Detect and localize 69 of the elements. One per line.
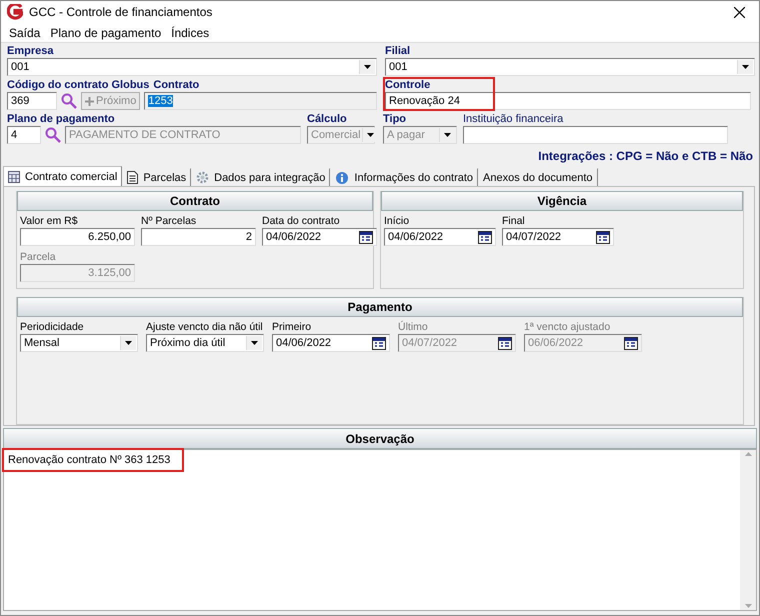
text-field[interactable]: 1253 (144, 92, 377, 110)
text-field[interactable]: Renovação 24 (385, 92, 751, 110)
info-icon (335, 170, 350, 184)
field-label: Instituição financeira (463, 113, 564, 126)
calendar-icon[interactable] (359, 230, 373, 244)
field-label: Controle (385, 79, 432, 92)
field-label: Filial (385, 45, 412, 58)
calendar-icon[interactable] (372, 336, 386, 350)
dropdown-field[interactable]: 001 (7, 58, 377, 76)
field-label: Empresa (7, 45, 54, 58)
up-arrow-icon (744, 452, 752, 456)
field-label: Ajuste vencto dia não útil (146, 320, 264, 334)
number-field[interactable]: 6.250,00 (20, 228, 135, 246)
field-label: Contrato (153, 79, 200, 92)
tab[interactable]: Contrato comercial (3, 166, 122, 186)
field-label: Primeiro (272, 320, 312, 334)
down-arrow-icon (744, 604, 752, 608)
caret-icon (125, 341, 132, 345)
window-title: GCC - Controle de financiamentos (29, 5, 214, 19)
group-header: Vigência (381, 191, 743, 211)
field-label: Último (398, 320, 429, 334)
group-header: Pagamento (17, 297, 743, 317)
document-icon (127, 171, 138, 184)
field-label: 1ª vencto ajustado (524, 320, 612, 334)
dropdown-field[interactable]: Próximo dia útil (146, 334, 264, 352)
calendar-icon[interactable] (478, 230, 492, 244)
menu-item[interactable]: Índices (167, 26, 214, 40)
field-label: Data do contrato (262, 214, 341, 228)
menu-item[interactable]: Saída (5, 26, 44, 40)
field-label: Valor em R$ (20, 214, 79, 228)
date-field[interactable]: 04/06/2022 (262, 228, 377, 246)
calendar-icon[interactable] (596, 230, 610, 244)
search-icon[interactable] (45, 127, 61, 143)
field-label: Final (502, 214, 526, 228)
date-field[interactable]: 04/07/2022 (502, 228, 614, 246)
integration-status: Integrações : CPG = Não e CTB = Não (538, 149, 753, 163)
caret-icon (742, 65, 749, 69)
caret-icon (366, 133, 374, 137)
section-header: Observação (3, 428, 757, 449)
close-icon[interactable] (734, 6, 745, 18)
number-field[interactable]: 2 (141, 228, 256, 246)
field-label: Tipo (383, 113, 408, 126)
gear-icon (196, 171, 210, 184)
group-header: Contrato (17, 191, 373, 211)
app-logo-icon (7, 4, 23, 20)
field-label: Periodicidade (20, 320, 85, 334)
date-field[interactable]: 04/06/2022 (272, 334, 390, 352)
field-label: Parcela (20, 250, 57, 264)
text-field[interactable] (463, 126, 728, 144)
date-field[interactable]: 04/06/2022 (384, 228, 496, 246)
dropdown-field[interactable]: 001 (385, 58, 755, 76)
field-label: Plano de pagamento (7, 113, 116, 126)
table-icon (8, 170, 20, 182)
text-field[interactable]: 369 (7, 92, 57, 110)
caret-icon (251, 341, 258, 345)
field-label: Início (384, 214, 410, 228)
field-label: Cálculo (307, 113, 348, 126)
caret-icon (444, 133, 451, 137)
field-label: Código do contrato Globus (7, 79, 150, 92)
menu-item[interactable]: Plano de pagamento (46, 26, 166, 40)
observation-text: Renovação contrato Nº 363 1253 (8, 454, 170, 466)
text-field[interactable]: 4 (7, 126, 41, 144)
dropdown-field[interactable]: Mensal (20, 334, 138, 352)
scrollbar[interactable] (740, 450, 756, 610)
plus-icon (85, 96, 94, 106)
field-label: Nº Parcelas (141, 214, 198, 228)
search-icon[interactable] (61, 93, 77, 109)
caret-icon (364, 65, 371, 69)
text-area[interactable]: Renovação contrato Nº 363 1253 (3, 449, 757, 611)
